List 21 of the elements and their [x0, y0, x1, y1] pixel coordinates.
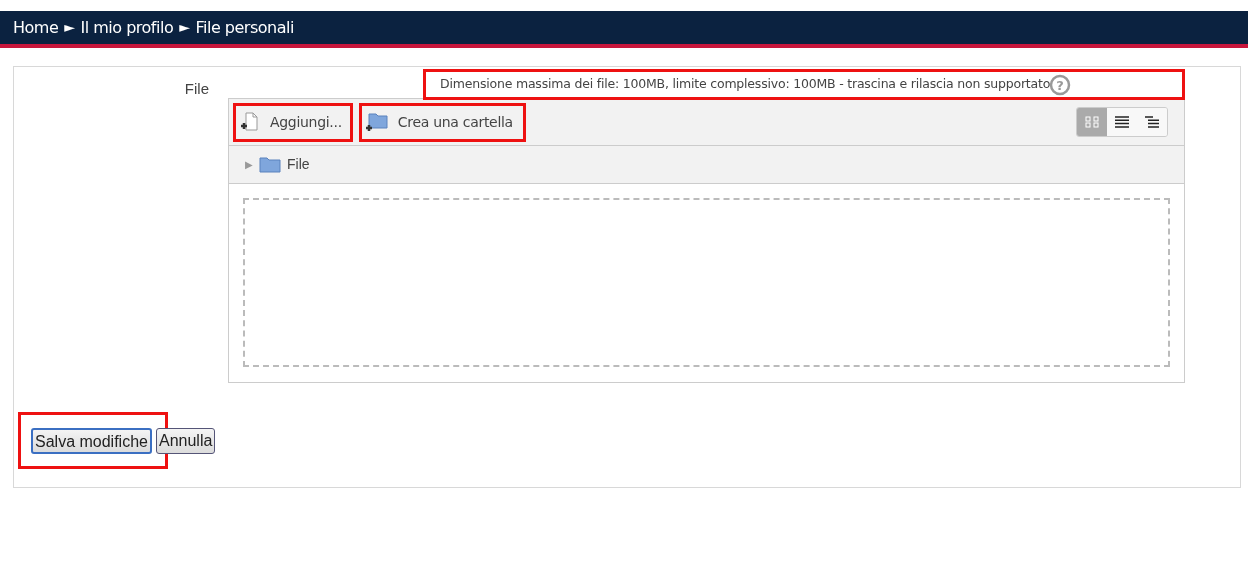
field-label: File [184, 80, 209, 97]
new-folder-icon [365, 112, 388, 132]
list-view-button[interactable] [1107, 108, 1137, 136]
breadcrumb-separator: ► [179, 18, 190, 37]
list-icon [1114, 114, 1130, 130]
breadcrumb-link[interactable]: Home [13, 15, 59, 40]
breadcrumb-link[interactable]: Il mio profilo [80, 15, 174, 40]
save-button[interactable]: Salva modifiche [31, 428, 152, 454]
cancel-button[interactable]: Annulla [155, 428, 216, 454]
help-icon: ? [1049, 73, 1072, 96]
file-limits-text: Dimensione massima dei file: 100MB, limite complessivo: 100MB - trascina e rilascia non supportato [440, 75, 1051, 94]
grid-icon [1084, 114, 1100, 130]
path-folder-link[interactable]: File [287, 154, 310, 175]
folder-icon [259, 156, 281, 173]
breadcrumb-current[interactable]: File personali [195, 15, 294, 40]
tree-view-button[interactable] [1137, 108, 1167, 136]
breadcrumb-separator: ► [64, 18, 75, 37]
add-file-button[interactable]: Aggiungi... [236, 106, 350, 138]
add-file-icon [240, 112, 260, 132]
create-folder-button[interactable]: Crea una cartella [361, 106, 523, 138]
indented-list-icon [1144, 114, 1160, 130]
